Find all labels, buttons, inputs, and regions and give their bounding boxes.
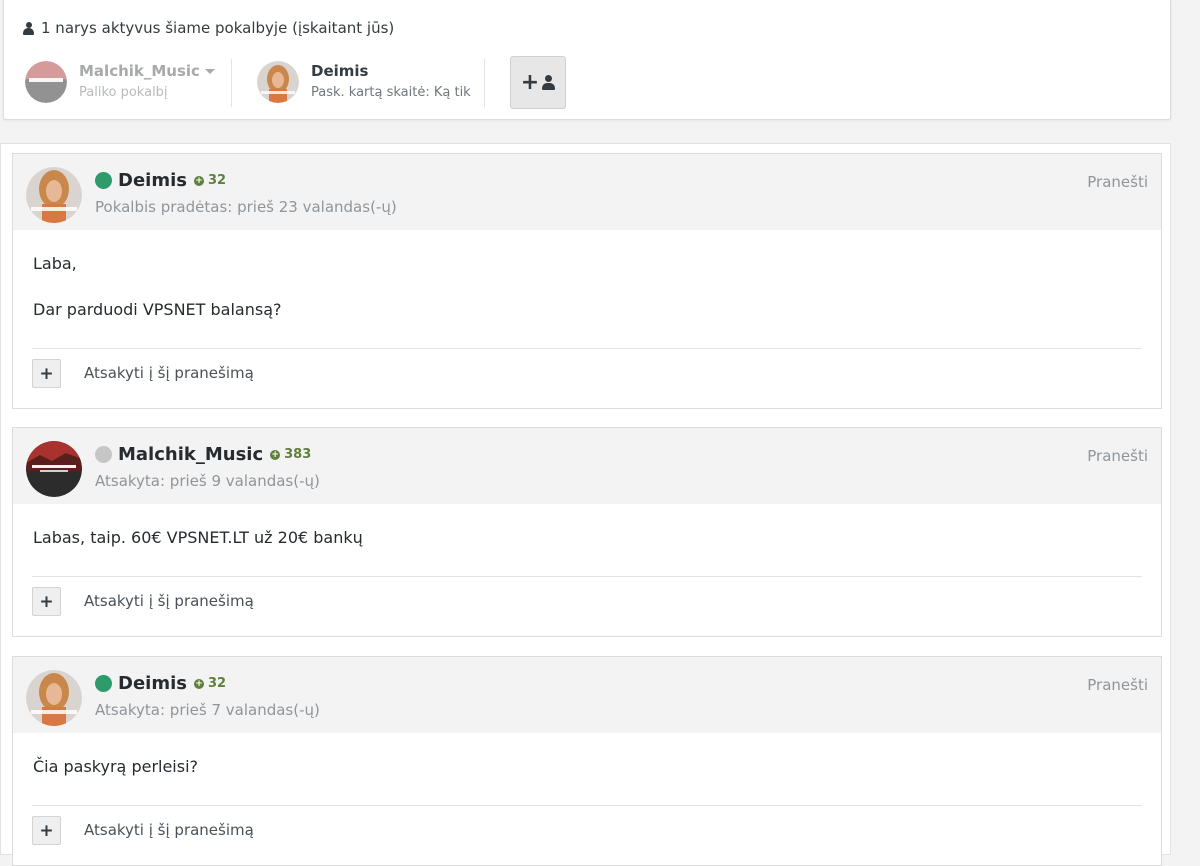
reply-link[interactable]: Atsakyti į šį pranešimą xyxy=(84,364,254,382)
active-members-text: 1 narys aktyvus šiame pokalbyje (įskaita… xyxy=(41,19,395,37)
reputation-badge: + 383 xyxy=(270,447,311,462)
participant-status: Paliko pokalbį xyxy=(79,85,168,100)
message-footer: + Atsakyti į šį pranešimą xyxy=(32,576,1142,636)
user-icon xyxy=(23,21,34,35)
reputation-count: 32 xyxy=(207,173,227,188)
reply-plus-button[interactable]: + xyxy=(32,359,61,388)
message-header: Malchik_Music + 383 Atsakyta: prieš 9 va… xyxy=(13,428,1161,504)
message-footer: + Atsakyti į šį pranešimą xyxy=(32,805,1142,865)
caret-down-icon[interactable] xyxy=(204,69,215,74)
online-status-dot xyxy=(95,172,112,189)
participant-avatar xyxy=(25,61,67,103)
author-avatar[interactable] xyxy=(26,167,82,223)
message-header: Deimis + 32 Atsakyta: prieš 7 valandas(-… xyxy=(13,657,1161,733)
message-paragraph: Laba, xyxy=(33,254,77,273)
reputation-plus-icon: + xyxy=(270,449,281,460)
participant-status: Pask. kartą skaitė: Ką tik xyxy=(311,85,471,100)
reply-link[interactable]: Atsakyti į šį pranešimą xyxy=(84,821,254,839)
message-header: Deimis + 32 Pokalbis pradėtas: prieš 23 … xyxy=(13,154,1161,230)
message-content: Čia paskyrą perleisi? xyxy=(13,733,1161,778)
add-participant-button[interactable]: + xyxy=(510,56,566,109)
message-footer: + Atsakyti į šį pranešimą xyxy=(32,348,1142,408)
divider xyxy=(484,59,485,107)
message-body: Laba, Dar parduodi VPSNET balansą? + Ats… xyxy=(13,230,1161,408)
author-name[interactable]: Deimis xyxy=(118,170,187,191)
message-body: Čia paskyrą perleisi? + Atsakyti į šį pr… xyxy=(13,733,1161,865)
participant-malchik[interactable]: Malchik_Music Paliko pokalbį xyxy=(25,61,215,103)
reputation-badge: + 32 xyxy=(193,676,227,691)
reputation-plus-icon: + xyxy=(193,175,204,186)
divider xyxy=(231,59,232,107)
participant-deimis[interactable]: Deimis Pask. kartą skaitė: Ką tik xyxy=(257,61,471,103)
reply-plus-button[interactable]: + xyxy=(32,587,61,616)
message-content: Labas, taip. 60€ VPSNET.LT už 20€ bankų xyxy=(13,504,1161,549)
reputation-count: 383 xyxy=(284,447,312,462)
message-content: Laba, Dar parduodi VPSNET balansą? xyxy=(13,230,1161,321)
message-meta: Pokalbis pradėtas: prieš 23 valandas(-ų) xyxy=(95,198,397,216)
reputation-badge: + 32 xyxy=(193,173,227,188)
reply-plus-button[interactable]: + xyxy=(32,816,61,845)
author-avatar[interactable] xyxy=(26,441,82,497)
message-body: Labas, taip. 60€ VPSNET.LT už 20€ bankų … xyxy=(13,504,1161,636)
participant-name[interactable]: Deimis xyxy=(311,62,471,80)
reputation-plus-icon: + xyxy=(193,678,204,689)
message-paragraph: Labas, taip. 60€ VPSNET.LT už 20€ bankų xyxy=(33,528,363,547)
report-link[interactable]: Pranešti xyxy=(1087,676,1148,694)
active-members-line: 1 narys aktyvus šiame pokalbyje (įskaita… xyxy=(23,19,394,37)
message-paragraph: Dar parduodi VPSNET balansą? xyxy=(33,300,282,319)
online-status-dot xyxy=(95,675,112,692)
message-meta: Atsakyta: prieš 7 valandas(-ų) xyxy=(95,701,320,719)
report-link[interactable]: Pranešti xyxy=(1087,173,1148,191)
message: Malchik_Music + 383 Atsakyta: prieš 9 va… xyxy=(12,427,1162,637)
message: Deimis + 32 Pokalbis pradėtas: prieš 23 … xyxy=(12,153,1162,409)
message-paragraph: Čia paskyrą perleisi? xyxy=(33,757,199,776)
plus-icon: + xyxy=(520,69,540,95)
author-name[interactable]: Deimis xyxy=(118,673,187,694)
user-icon xyxy=(542,75,556,90)
reputation-count: 32 xyxy=(207,676,227,691)
message-meta: Atsakyta: prieš 9 valandas(-ų) xyxy=(95,472,320,490)
author-name[interactable]: Malchik_Music xyxy=(118,444,263,465)
author-avatar[interactable] xyxy=(26,670,82,726)
participant-avatar xyxy=(257,61,299,103)
message: Deimis + 32 Atsakyta: prieš 7 valandas(-… xyxy=(12,656,1162,866)
reply-link[interactable]: Atsakyti į šį pranešimą xyxy=(84,592,254,610)
participants-panel: 1 narys aktyvus šiame pokalbyje (įskaita… xyxy=(3,0,1171,120)
participant-name[interactable]: Malchik_Music xyxy=(79,62,200,80)
offline-status-dot xyxy=(95,446,112,463)
report-link[interactable]: Pranešti xyxy=(1087,447,1148,465)
